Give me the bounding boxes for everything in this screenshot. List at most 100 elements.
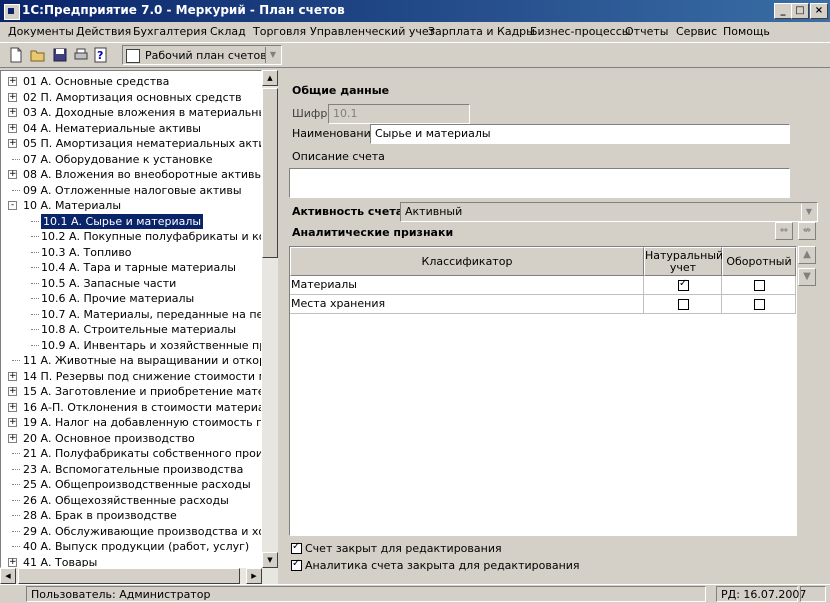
tree-item[interactable]: +08 А. Вложения во внеоборотные активы (1, 167, 261, 182)
expand-icon[interactable]: + (8, 170, 17, 179)
menu-accounting[interactable]: Бухгалтерия (133, 25, 207, 38)
name-field[interactable]: Сырье и материалы (370, 124, 790, 144)
scroll-up-icon[interactable]: ▲ (262, 70, 278, 86)
description-field[interactable] (289, 168, 790, 198)
lock-analytics-checkbox[interactable] (291, 558, 302, 571)
maximize-button[interactable]: □ (791, 3, 809, 19)
expand-icon[interactable]: + (8, 108, 17, 117)
accounts-tree[interactable]: +01 А. Основные средства +02 П. Амортизац… (0, 70, 262, 568)
link-icon[interactable]: ⇔ (775, 222, 793, 240)
expand-icon[interactable]: + (8, 557, 17, 567)
tree-item[interactable]: 26 А. Общехозяйственные расходы (1, 493, 261, 508)
expand-icon[interactable]: + (8, 433, 17, 443)
activity-select[interactable]: Активный ▼ (400, 202, 818, 222)
code-field[interactable]: 10.1 (328, 104, 470, 124)
menu-documents[interactable]: Документы (8, 25, 74, 38)
expand-icon[interactable]: + (8, 418, 17, 427)
tree-item[interactable]: 25 А. Общепроизводственные расходы (1, 477, 261, 492)
tree-vertical-scrollbar[interactable]: ▲ ▼ (262, 70, 278, 568)
grid-row-2-name[interactable]: Места хранения (290, 295, 644, 314)
expand-icon[interactable]: + (8, 402, 17, 412)
grid-row-2-turnover[interactable] (722, 295, 796, 314)
expand-icon[interactable]: + (8, 139, 17, 148)
tree-item[interactable]: +19 А. Налог на добавленную стоимость по… (1, 415, 261, 430)
lock-account-checkbox[interactable] (291, 541, 302, 554)
tree-item[interactable]: 21 А. Полуфабрикаты собственного произво… (1, 446, 261, 461)
tree-item[interactable]: 11 А. Животные на выращивании и откорме (1, 353, 261, 368)
unlink-icon[interactable]: ⇎ (798, 222, 816, 240)
tree-item[interactable]: +16 А-П. Отклонения в стоимости материал… (1, 400, 261, 415)
collapse-icon[interactable]: - (8, 201, 17, 210)
tree-item[interactable]: 23 А. Вспомогательные производства (1, 462, 261, 477)
menu-actions[interactable]: Действия (76, 25, 131, 38)
chevron-down-icon[interactable]: ▼ (265, 47, 280, 63)
scroll-left-icon[interactable]: ◀ (0, 568, 16, 584)
save-icon[interactable] (52, 47, 68, 63)
tree-item[interactable]: +03 А. Доходные вложения в материальные … (1, 105, 261, 120)
new-document-icon[interactable] (8, 47, 24, 63)
tree-item[interactable]: +05 П. Амортизация нематериальных активо… (1, 136, 261, 151)
tree-item[interactable]: 10.4 А. Тара и тарные материалы (1, 260, 261, 275)
tree-item[interactable]: 10.3 А. Топливо (1, 245, 261, 260)
grid-header-natural[interactable]: Натуральный учет (644, 247, 723, 276)
grid-header-classifier[interactable]: Классификатор (290, 247, 644, 276)
print-icon[interactable] (73, 47, 89, 63)
tree-item[interactable]: 28 А. Брак в производстве (1, 508, 261, 523)
tree-item[interactable]: 10.7 А. Материалы, переданные на перераб (1, 307, 261, 322)
menu-payroll[interactable]: Зарплата и Кадры (428, 25, 535, 38)
move-up-icon[interactable]: ▲ (798, 246, 816, 264)
turnover-checkbox[interactable] (754, 299, 765, 310)
expand-icon[interactable]: + (8, 387, 17, 396)
expand-icon[interactable]: + (8, 371, 17, 381)
lock-account-label[interactable]: Счет закрыт для редактирования (305, 542, 502, 555)
natural-checkbox[interactable] (678, 299, 689, 310)
scroll-down-icon[interactable]: ▼ (262, 552, 278, 568)
tree-item[interactable]: 10.5 А. Запасные части (1, 276, 261, 291)
tree-item[interactable]: +14 П. Резервы под снижение стоимости ма… (1, 369, 261, 384)
hscroll-thumb[interactable] (18, 568, 240, 584)
scroll-right-icon[interactable]: ▶ (246, 568, 262, 584)
tree-item[interactable]: 40 А. Выпуск продукции (работ, услуг) (1, 539, 261, 554)
lock-analytics-label[interactable]: Аналитика счета закрыта для редактирован… (305, 559, 580, 572)
menu-help[interactable]: Помощь (723, 25, 770, 38)
menu-reports[interactable]: Отчеты (625, 25, 668, 38)
grid-row-1-name[interactable]: Материалы (290, 276, 644, 295)
tree-item[interactable]: +20 А. Основное производство (1, 431, 261, 446)
tree-item[interactable]: 10.6 А. Прочие материалы (1, 291, 261, 306)
menu-warehouse[interactable]: Склад (210, 25, 246, 38)
tree-item[interactable]: +15 А. Заготовление и приобретение матер… (1, 384, 261, 399)
scroll-thumb[interactable] (262, 88, 278, 258)
help-icon[interactable]: ? (93, 47, 109, 63)
tree-item[interactable]: 09 А. Отложенные налоговые активы (1, 183, 261, 198)
tree-item[interactable]: 10.2 А. Покупные полуфабрикаты и комплек (1, 229, 261, 244)
grid-header-turnover[interactable]: Оборотный (722, 247, 796, 276)
tree-item[interactable]: +04 А. Нематериальные активы (1, 121, 261, 136)
close-button[interactable]: × (810, 3, 828, 19)
analytics-grid[interactable]: Классификатор Натуральный учет Оборотный… (289, 246, 797, 536)
tree-item[interactable]: -10 А. Материалы (1, 198, 261, 213)
tree-horizontal-scrollbar[interactable]: ◀ ▶ (0, 568, 278, 584)
grid-row-2-natural[interactable] (644, 295, 722, 314)
tree-item[interactable]: 07 А. Оборудование к установке (1, 152, 261, 167)
tree-item[interactable]: +41 А. Товары (1, 555, 261, 567)
expand-icon[interactable]: + (8, 123, 17, 133)
tree-item[interactable]: +01 А. Основные средства (1, 74, 261, 89)
menu-service[interactable]: Сервис (676, 25, 717, 38)
natural-checkbox[interactable] (678, 278, 689, 291)
move-down-icon[interactable]: ▼ (798, 268, 816, 286)
chart-of-accounts-select[interactable]: Рабочий план счетов ▼ (122, 45, 282, 65)
tree-item[interactable]: +02 П. Амортизация основных средств (1, 90, 261, 105)
tree-item[interactable]: 10.9 А. Инвентарь и хозяйственные принад… (1, 338, 261, 353)
menu-trade[interactable]: Торговля (253, 25, 306, 38)
grid-row-1-natural[interactable] (644, 276, 722, 295)
tree-item[interactable]: 10.1 А. Сырье и материалы (1, 213, 261, 229)
turnover-checkbox[interactable] (754, 280, 765, 291)
menu-business-processes[interactable]: Бизнес-процессы (530, 25, 630, 38)
tree-item[interactable]: 10.8 А. Строительные материалы (1, 322, 261, 337)
grid-row-1-turnover[interactable] (722, 276, 796, 295)
plan-checkbox[interactable] (126, 49, 140, 63)
open-folder-icon[interactable] (30, 47, 46, 63)
expand-icon[interactable]: + (8, 77, 17, 86)
menu-management[interactable]: Управленческий учет (310, 25, 435, 38)
minimize-button[interactable]: _ (774, 3, 792, 19)
